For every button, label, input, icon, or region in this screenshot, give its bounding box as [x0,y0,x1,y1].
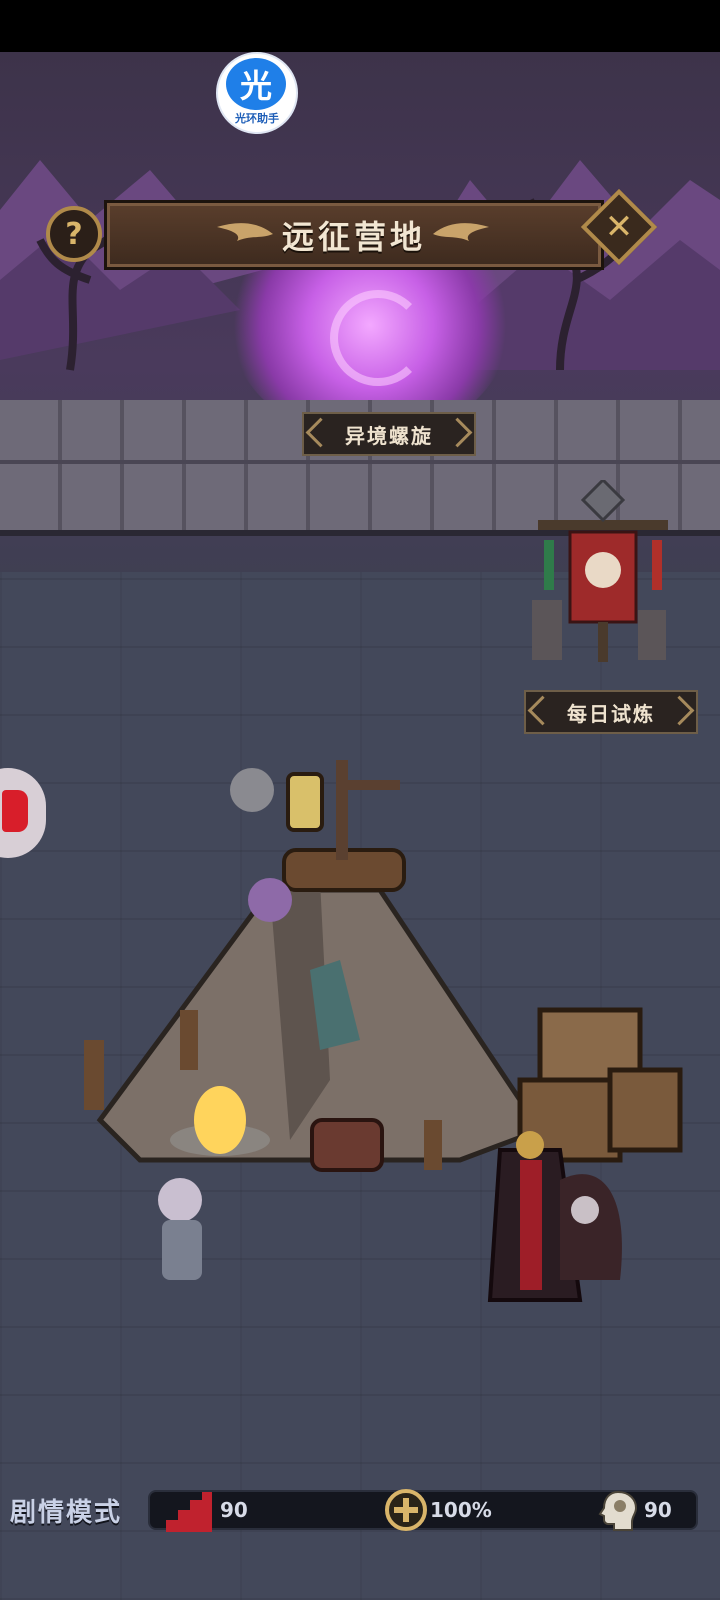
head-value: 90 [644,1498,672,1522]
stairs-value: 90 [220,1498,248,1522]
head-profile-icon [598,1490,638,1531]
hooded-character [560,1174,622,1280]
question-icon: ? [65,216,83,252]
story-mode-label[interactable]: 剧情模式 [10,1492,122,1529]
close-icon[interactable]: ✕ [592,200,646,254]
camp-scene[interactable] [40,720,700,1320]
portal-swirl-icon [330,290,426,386]
right-wing-icon [433,223,489,241]
portal-label-button[interactable]: 异境螺旋 [302,412,476,456]
title-banner: 远征营地 [104,200,604,270]
lantern-icon [286,772,324,832]
bag-icon [310,1118,384,1172]
help-button[interactable]: ? [46,206,102,262]
wall-divider [0,460,720,464]
stairs-icon [166,1492,212,1532]
side-tab-icon [2,790,28,832]
mage-character [248,878,292,922]
campfire-icon [194,1086,246,1154]
page-title: 远征营地 [281,218,426,256]
crate [607,1067,683,1153]
girl-character [158,1178,202,1222]
watermark-logo: 光 光环助手 [216,52,298,134]
watermark-glyph: 光 [239,67,272,105]
daily-trial-banner-stand[interactable] [528,480,678,690]
cross-value: 100% [430,1498,492,1522]
status-bar [0,0,720,52]
watermark-label: 光环助手 [235,112,279,125]
knight-character [230,768,274,812]
portal-label: 异境螺旋 [345,423,433,448]
crosshair-icon [385,1489,427,1531]
